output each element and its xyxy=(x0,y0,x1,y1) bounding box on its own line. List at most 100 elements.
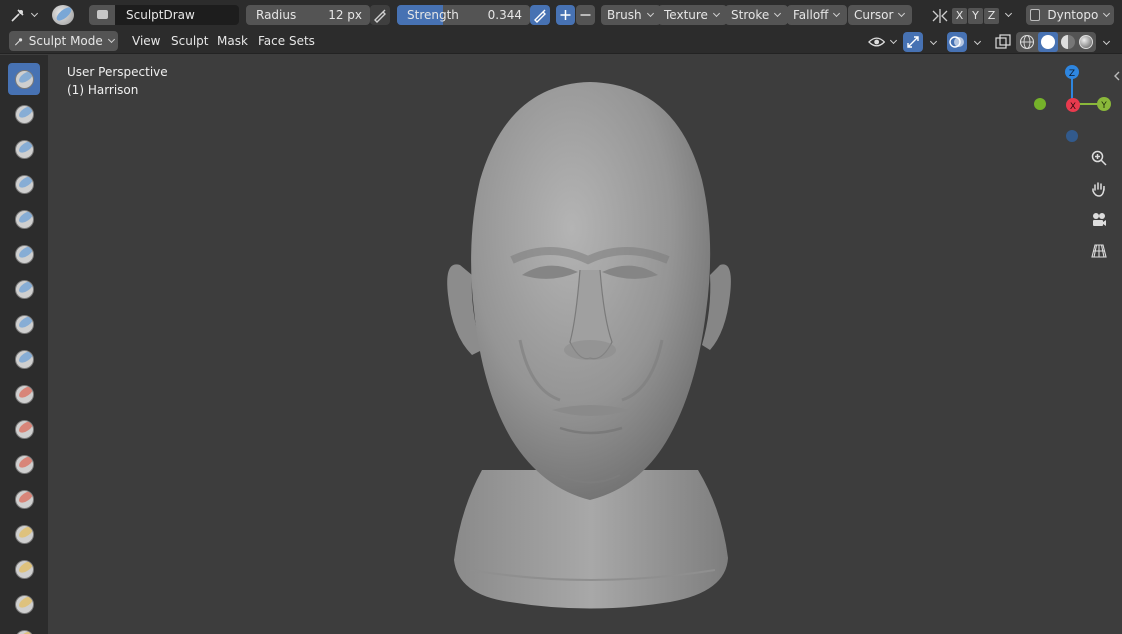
fill-icon xyxy=(15,420,34,439)
tool-clay-strips-button[interactable] xyxy=(8,168,40,200)
gizmo-options-dropdown[interactable] xyxy=(925,36,937,48)
grab-icon xyxy=(15,560,34,579)
sculpt-menu[interactable]: Sculpt xyxy=(165,31,214,51)
tool-flatten-button[interactable] xyxy=(8,378,40,410)
rendered-shading-button[interactable] xyxy=(1078,34,1094,50)
radius-slider[interactable]: Radius 12 px xyxy=(246,5,370,25)
crease-icon xyxy=(15,315,34,334)
brush-name-field[interactable]: SculptDraw xyxy=(89,5,239,25)
layer-icon xyxy=(15,210,34,229)
tool-clay-button[interactable] xyxy=(8,133,40,165)
minus-icon xyxy=(580,14,591,16)
material-preview-icon xyxy=(1061,35,1075,49)
mask-menu[interactable]: Mask xyxy=(211,31,254,51)
direction-subtract-button[interactable] xyxy=(576,5,595,25)
blob-icon xyxy=(15,280,34,299)
strength-slider[interactable]: Strength 0.344 xyxy=(397,5,530,25)
shading-mode-group xyxy=(1016,32,1096,52)
overlays-options-dropdown[interactable] xyxy=(969,36,981,48)
symmetry-options-dropdown[interactable] xyxy=(1002,8,1018,24)
stroke-menu-label: Stroke xyxy=(731,8,770,22)
perspective-toggle-button[interactable] xyxy=(1087,239,1111,263)
tool-draw-button[interactable] xyxy=(8,63,40,95)
direction-add-button[interactable] xyxy=(556,5,575,25)
texture-menu[interactable]: Texture xyxy=(658,5,727,25)
strength-label: Strength xyxy=(407,8,459,22)
falloff-menu[interactable]: Falloff xyxy=(787,5,848,25)
head-sculpt-model xyxy=(447,82,731,609)
tool-smooth-button[interactable] xyxy=(8,343,40,375)
brush-menu[interactable]: Brush xyxy=(601,5,661,25)
tool-pinch-button[interactable] xyxy=(8,518,40,550)
radius-pressure-button[interactable] xyxy=(370,5,390,25)
falloff-menu-label: Falloff xyxy=(793,8,829,22)
wireframe-shading-button[interactable] xyxy=(1019,34,1035,50)
tool-inflate-button[interactable] xyxy=(8,238,40,270)
tool-multiplane-scrape-button[interactable] xyxy=(8,483,40,515)
xray-toggle[interactable] xyxy=(994,33,1012,51)
face-sets-menu[interactable]: Face Sets xyxy=(252,31,321,51)
gizmo-y-label: Y xyxy=(1100,101,1107,111)
navigation-gizmo[interactable]: Z Y X xyxy=(1028,62,1118,147)
sculpt-tool-icon xyxy=(11,9,24,22)
dyntopo-checkbox[interactable] xyxy=(1030,9,1041,21)
show-gizmo-toggle[interactable] xyxy=(903,32,923,52)
tool-snake-hook-button[interactable] xyxy=(8,588,40,620)
multiplane-scrape-icon xyxy=(15,490,34,509)
pen-pressure-icon xyxy=(534,9,546,23)
cursor-menu[interactable]: Cursor xyxy=(848,5,913,25)
solid-shading-button[interactable] xyxy=(1038,32,1058,52)
symmetry-y-toggle[interactable]: Y xyxy=(968,8,983,24)
tool-layer-button[interactable] xyxy=(8,203,40,235)
stroke-menu[interactable]: Stroke xyxy=(725,5,789,25)
wireframe-icon xyxy=(1019,34,1035,50)
pan-button[interactable] xyxy=(1087,177,1111,201)
brush-preview-icon[interactable] xyxy=(52,5,74,25)
gizmo-negative-y-handle[interactable] xyxy=(1034,98,1046,110)
tool-grab-button[interactable] xyxy=(8,553,40,585)
sculpt-mode-icon xyxy=(14,37,23,45)
viewport-info: User Perspective (1) Harrison xyxy=(67,63,168,99)
radius-label: Radius xyxy=(256,8,297,22)
tool-fill-button[interactable] xyxy=(8,413,40,445)
sidebar-toggle-chevron-icon[interactable] xyxy=(1112,70,1122,82)
draw-sharp-icon xyxy=(15,105,34,124)
visibility-dropdown[interactable] xyxy=(868,32,898,52)
tool-blob-button[interactable] xyxy=(8,273,40,305)
smooth-icon xyxy=(15,350,34,369)
gizmo-icon xyxy=(907,36,919,48)
view-menu[interactable]: View xyxy=(126,31,166,51)
grid-icon xyxy=(1091,244,1107,258)
brush-menu-label: Brush xyxy=(607,8,642,22)
gizmo-negative-z-handle[interactable] xyxy=(1066,130,1078,142)
mask-menu-label: Mask xyxy=(217,34,248,48)
tool-thumb-button[interactable] xyxy=(8,623,40,634)
tool-crease-button[interactable] xyxy=(8,308,40,340)
symmetry-y-label: Y xyxy=(972,9,979,22)
material-preview-button[interactable] xyxy=(1060,34,1076,50)
shading-options-dropdown[interactable] xyxy=(1098,36,1110,48)
tool-scrape-button[interactable] xyxy=(8,448,40,480)
plus-icon xyxy=(560,10,571,20)
pinch-icon xyxy=(15,525,34,544)
mode-dropdown[interactable]: Sculpt Mode xyxy=(9,31,118,51)
strength-pressure-button[interactable] xyxy=(530,5,550,25)
flatten-icon xyxy=(15,385,34,404)
show-overlays-toggle[interactable] xyxy=(947,32,967,52)
active-object-label: (1) Harrison xyxy=(67,83,139,97)
symmetry-icon[interactable] xyxy=(931,8,949,24)
zoom-icon xyxy=(1091,150,1107,166)
overlays-icon xyxy=(949,36,964,48)
rendered-shading-icon xyxy=(1079,35,1093,49)
tool-shelf xyxy=(0,55,48,634)
sculpt-menu-label: Sculpt xyxy=(171,34,209,48)
tool-draw-sharp-button[interactable] xyxy=(8,98,40,130)
symmetry-z-toggle[interactable]: Z xyxy=(984,8,999,24)
zoom-button[interactable] xyxy=(1087,146,1111,170)
symmetry-x-toggle[interactable]: X xyxy=(952,8,967,24)
solid-shading-icon xyxy=(1041,35,1055,49)
dyntopo-panel[interactable]: Dyntopo xyxy=(1026,5,1114,25)
camera-view-button[interactable] xyxy=(1087,208,1111,232)
viewport-header: Sculpt Mode View Sculpt Mask Face Sets xyxy=(0,30,1122,54)
transform-pivot-dropdown[interactable] xyxy=(6,5,43,25)
